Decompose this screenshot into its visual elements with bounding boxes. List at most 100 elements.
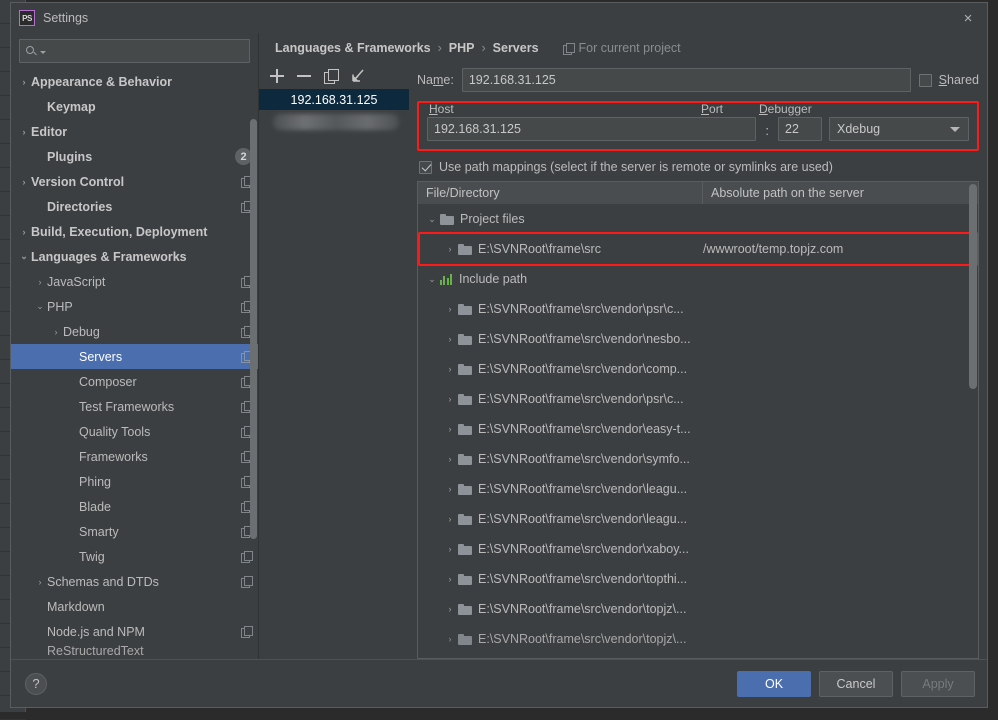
file-directory-label: E:\SVNRoot\frame\src\vendor\psr\c...: [478, 302, 684, 316]
folder-icon: [458, 423, 472, 435]
table-row[interactable]: › E:\SVNRoot\frame\src\vendor\psr\c...: [418, 384, 978, 414]
add-server-button[interactable]: [270, 69, 284, 83]
chevron-right-icon[interactable]: ›: [49, 327, 63, 337]
debugger-select[interactable]: Xdebug: [829, 117, 969, 141]
chevron-right-icon[interactable]: ›: [33, 277, 47, 287]
table-row[interactable]: › E:\SVNRoot\frame\src\vendor\topjz\...: [418, 624, 978, 654]
chevron-right-icon[interactable]: ›: [17, 177, 31, 187]
path-mappings-table: File/Directory Absolute path on the serv…: [417, 181, 979, 659]
table-row[interactable]: › E:\SVNRoot\frame\src\vendor\psr\c...: [418, 294, 978, 324]
host-input[interactable]: [427, 117, 757, 141]
name-input[interactable]: [461, 68, 911, 92]
chevron-down-icon[interactable]: ⌄: [33, 301, 47, 312]
sidebar-item-quality-tools[interactable]: Quality Tools: [11, 419, 258, 444]
table-row[interactable]: › E:\SVNRoot\frame\src\vendor\leagu...: [418, 474, 978, 504]
search-input[interactable]: [50, 44, 243, 58]
sidebar-item-blade[interactable]: Blade: [11, 494, 258, 519]
sidebar-item-appearance-behavior[interactable]: › Appearance & Behavior: [11, 69, 258, 94]
breadcrumb-item[interactable]: Languages & Frameworks: [275, 41, 431, 55]
table-scrollbar-thumb[interactable]: [969, 184, 977, 389]
table-group-row[interactable]: ⌄ Project files: [418, 204, 978, 234]
table-row[interactable]: › E:\SVNRoot\frame\src\vendor\topjz\...: [418, 594, 978, 624]
copy-server-button[interactable]: [324, 69, 339, 84]
table-row[interactable]: › E:\SVNRoot\frame\src\vendor\easy-t...: [418, 414, 978, 444]
breadcrumb-item[interactable]: Servers: [493, 41, 539, 55]
chevron-right-icon[interactable]: ›: [33, 577, 47, 587]
table-body[interactable]: ⌄ Project files › E:\SVNRoot\frame\src/wwwr…: [418, 204, 978, 658]
server-list[interactable]: 192.168.31.125: [259, 89, 409, 659]
table-row[interactable]: › E:\SVNRoot\frame\src/wwwroot/temp.topjz…: [418, 234, 978, 264]
chevron-right-icon[interactable]: ›: [442, 574, 458, 584]
chevron-down-icon[interactable]: ⌄: [424, 214, 440, 225]
chevron-right-icon[interactable]: ›: [442, 424, 458, 434]
chevron-down-icon[interactable]: ⌄: [424, 274, 440, 285]
sidebar-item-languages-frameworks[interactable]: ⌄ Languages & Frameworks: [11, 244, 258, 269]
import-server-button[interactable]: [351, 69, 365, 83]
remove-server-button[interactable]: [297, 69, 311, 83]
table-row[interactable]: › E:\SVNRoot\frame\src\vendor\comp...: [418, 354, 978, 384]
sidebar-item-markdown[interactable]: Markdown: [11, 594, 258, 619]
sidebar-item-editor[interactable]: › Editor: [11, 119, 258, 144]
column-header-file-directory[interactable]: File/Directory: [418, 182, 703, 204]
sidebar-item-javascript[interactable]: › JavaScript: [11, 269, 258, 294]
file-directory-label: Project files: [460, 212, 525, 226]
column-header-absolute-path[interactable]: Absolute path on the server: [703, 182, 978, 204]
shared-label: Shared: [938, 73, 979, 87]
file-directory-label: E:\SVNRoot\frame\src\vendor\topthi...: [478, 572, 688, 586]
sidebar-item-keymap[interactable]: Keymap: [11, 94, 258, 119]
chevron-right-icon[interactable]: ›: [442, 514, 458, 524]
sidebar-item-debug[interactable]: › Debug: [11, 319, 258, 344]
sidebar-item-php[interactable]: ⌄ PHP: [11, 294, 258, 319]
sidebar-item-twig[interactable]: Twig: [11, 544, 258, 569]
sidebar-item-plugins[interactable]: Plugins 2: [11, 144, 258, 169]
sidebar-item-frameworks[interactable]: Frameworks: [11, 444, 258, 469]
chevron-right-icon[interactable]: ›: [442, 484, 458, 494]
table-row[interactable]: › E:\SVNRoot\frame\src\vendor\xaboy...: [418, 534, 978, 564]
sidebar-item-schemas-and-dtds[interactable]: › Schemas and DTDs: [11, 569, 258, 594]
chevron-right-icon[interactable]: ›: [442, 304, 458, 314]
sidebar-item-version-control[interactable]: › Version Control: [11, 169, 258, 194]
table-row[interactable]: › E:\SVNRoot\frame\src\vendor\topthi...: [418, 564, 978, 594]
cancel-button[interactable]: Cancel: [819, 670, 893, 697]
chevron-right-icon[interactable]: ›: [17, 77, 31, 87]
sidebar-item-smarty[interactable]: Smarty: [11, 519, 258, 544]
sidebar-scrollbar-thumb[interactable]: [250, 119, 257, 539]
table-group-row[interactable]: ⌄ Include path: [418, 264, 978, 294]
search-box[interactable]: [19, 39, 250, 63]
chevron-right-icon[interactable]: ›: [442, 364, 458, 374]
chevron-right-icon[interactable]: ›: [442, 634, 458, 644]
ok-button[interactable]: OK: [737, 670, 811, 697]
sidebar-item-servers[interactable]: Servers: [11, 344, 258, 369]
chevron-right-icon[interactable]: ›: [442, 604, 458, 614]
chevron-right-icon[interactable]: ›: [17, 127, 31, 137]
sidebar-item-build-execution-deployment[interactable]: › Build, Execution, Deployment: [11, 219, 258, 244]
table-row[interactable]: › E:\SVNRoot\frame\src\vendor\symfo...: [418, 444, 978, 474]
apply-button[interactable]: Apply: [901, 670, 975, 697]
use-path-mappings-checkbox[interactable]: Use path mappings (select if the server …: [419, 160, 979, 174]
port-input[interactable]: [778, 117, 822, 141]
chevron-right-icon[interactable]: ›: [442, 394, 458, 404]
sidebar-item-composer[interactable]: Composer: [11, 369, 258, 394]
settings-tree[interactable]: › Appearance & Behavior Keymap › Editor Plugi…: [11, 69, 258, 659]
sidebar-item-phing[interactable]: Phing: [11, 469, 258, 494]
shared-checkbox[interactable]: Shared: [918, 73, 979, 87]
chevron-right-icon[interactable]: ›: [442, 544, 458, 554]
cell-file-directory: › E:\SVNRoot\frame\src\vendor\easy-t...: [418, 422, 703, 436]
sidebar-item-test-frameworks[interactable]: Test Frameworks: [11, 394, 258, 419]
server-list-item[interactable]: 192.168.31.125: [259, 89, 409, 110]
chevron-right-icon[interactable]: ›: [17, 227, 31, 237]
chevron-right-icon[interactable]: ›: [442, 334, 458, 344]
help-button[interactable]: ?: [25, 672, 47, 695]
breadcrumb-item[interactable]: PHP: [449, 41, 475, 55]
sidebar-item-restructuredtext[interactable]: ReStructuredText: [11, 644, 258, 658]
chevron-down-icon[interactable]: ⌄: [17, 251, 31, 262]
chevron-right-icon[interactable]: ›: [442, 244, 458, 254]
sidebar-item-directories[interactable]: Directories: [11, 194, 258, 219]
settings-sidebar: › Appearance & Behavior Keymap › Editor Plugi…: [11, 33, 259, 659]
sidebar-item-node-js-and-npm[interactable]: Node.js and NPM: [11, 619, 258, 644]
table-row[interactable]: › E:\SVNRoot\frame\src\vendor\nesbo...: [418, 324, 978, 354]
breadcrumb: Languages & Frameworks › PHP › Servers For cu…: [259, 33, 987, 63]
table-row[interactable]: › E:\SVNRoot\frame\src\vendor\leagu...: [418, 504, 978, 534]
close-icon[interactable]: ×: [955, 7, 981, 29]
chevron-right-icon[interactable]: ›: [442, 454, 458, 464]
